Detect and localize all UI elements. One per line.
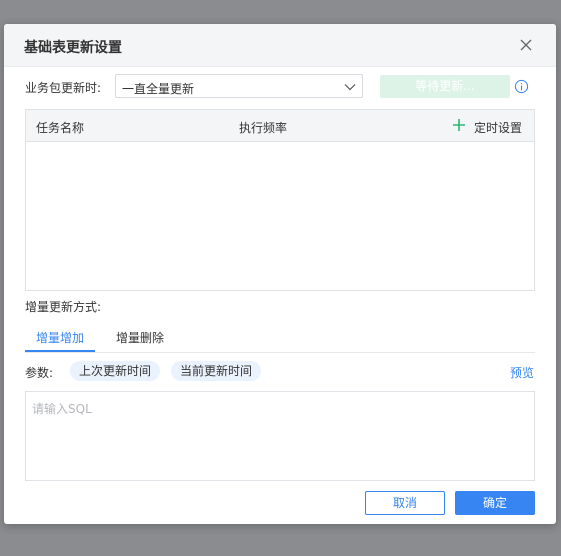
dialog-header: 基础表更新设置 xyxy=(4,24,556,67)
update-mode-select[interactable]: 一直全量更新 xyxy=(115,74,363,98)
confirm-button[interactable]: 确定 xyxy=(455,491,535,515)
info-icon[interactable] xyxy=(514,79,529,94)
tab-incremental-add[interactable]: 增量增加 xyxy=(36,329,84,346)
update-mode-value: 一直全量更新 xyxy=(122,82,195,96)
params-label: 参数: xyxy=(25,366,54,380)
table-header: 任务名称 执行频率 定时设置 xyxy=(26,110,534,142)
incremental-tabs: 增量增加 增量删除 xyxy=(25,324,535,353)
preview-link[interactable]: 预览 xyxy=(510,364,534,381)
active-tab-indicator xyxy=(25,350,95,352)
waiting-update-button[interactable]: 等待更新... xyxy=(380,75,510,98)
dialog-title: 基础表更新设置 xyxy=(24,40,122,56)
plus-icon[interactable] xyxy=(452,118,466,132)
schedule-table: 任务名称 执行频率 定时设置 xyxy=(25,109,535,291)
column-frequency: 执行频率 xyxy=(239,121,288,135)
schedule-settings-button[interactable]: 定时设置 xyxy=(474,119,522,136)
close-icon[interactable] xyxy=(518,37,534,53)
param-current-update-time[interactable]: 当前更新时间 xyxy=(171,361,262,381)
cancel-button[interactable]: 取消 xyxy=(365,491,445,515)
param-last-update-time[interactable]: 上次更新时间 xyxy=(70,361,161,381)
sql-input[interactable] xyxy=(25,391,535,481)
chevron-down-icon xyxy=(344,84,356,91)
update-settings-dialog: 基础表更新设置 业务包更新时: 一直全量更新 等待更新... 任务名称 执行频率… xyxy=(4,24,556,524)
column-task-name: 任务名称 xyxy=(36,121,85,135)
update-mode-label: 业务包更新时: xyxy=(25,81,102,95)
incremental-mode-label: 增量更新方式: xyxy=(25,300,102,314)
tab-incremental-delete[interactable]: 增量删除 xyxy=(116,329,164,346)
